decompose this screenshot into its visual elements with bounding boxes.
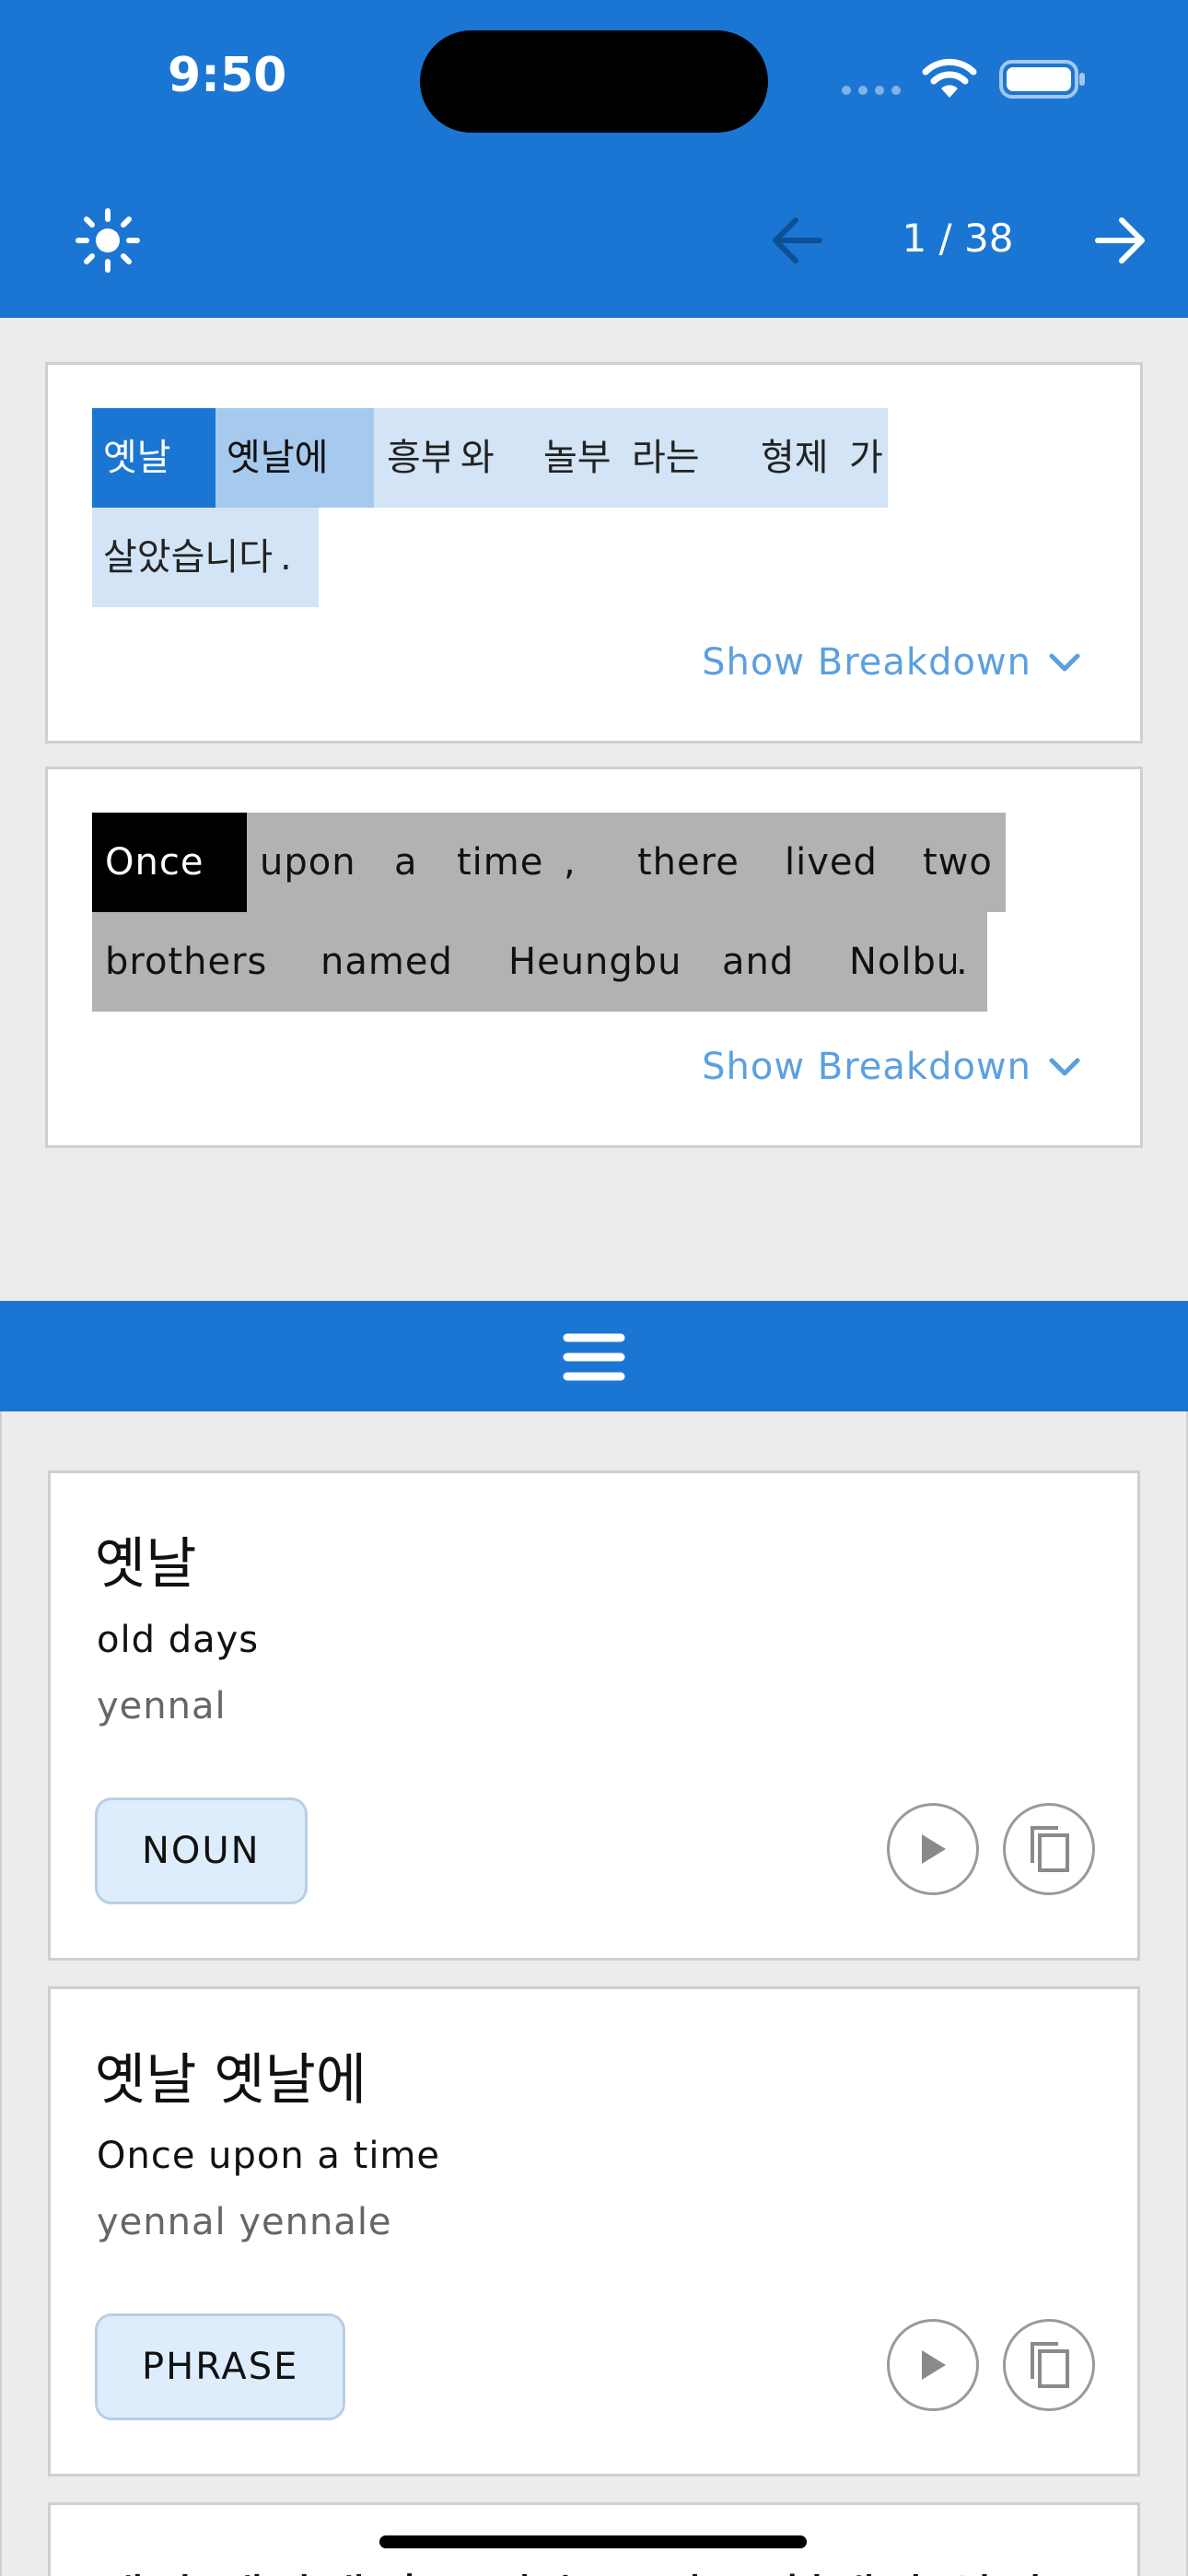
token-english-8[interactable]: two: [908, 813, 1006, 912]
word-meaning: Once upon a time: [97, 2135, 441, 2177]
token-english-7[interactable]: lived: [764, 813, 908, 912]
english-token-list: Once upon a time , there lived two broth…: [92, 813, 1105, 1012]
menu-icon[interactable]: [562, 1332, 626, 1382]
token-korean-8[interactable]: 가: [838, 408, 888, 508]
wifi-icon: [922, 58, 977, 98]
play-audio-button[interactable]: [887, 1803, 979, 1895]
token-korean-3[interactable]: 흥부: [374, 408, 455, 508]
arrow-right-icon[interactable]: [1092, 214, 1149, 267]
word-term: 옛날: [95, 1532, 197, 1597]
copy-icon: [1031, 2342, 1069, 2388]
token-korean-4[interactable]: 와: [449, 408, 532, 508]
korean-sentence-card: 옛날 옛날에 흥부 와 놀부 라는 형제 가 살았습니다 . Show Brea…: [45, 362, 1143, 744]
english-sentence-card: Once upon a time , there lived two broth…: [45, 767, 1143, 1148]
token-english-4[interactable]: time: [444, 813, 562, 912]
token-korean-10[interactable]: .: [280, 508, 319, 607]
token-english-3[interactable]: a: [374, 813, 444, 912]
word-term: 옛날 옛날에: [95, 2048, 367, 2113]
sun-icon[interactable]: [76, 208, 140, 273]
part-of-speech-badge: PHRASE: [95, 2313, 346, 2420]
status-time: 9:50: [168, 48, 287, 103]
token-english-11[interactable]: Heungbu: [484, 912, 705, 1012]
copy-button[interactable]: [1003, 1803, 1095, 1895]
token-korean-7[interactable]: 형제: [750, 408, 838, 508]
copy-button[interactable]: [1003, 2319, 1095, 2411]
chevron-down-icon: [1049, 1058, 1080, 1076]
word-card: 옛날 옛날에 Once upon a time yennal yennale P…: [48, 1986, 1140, 2476]
play-icon: [922, 2350, 946, 2380]
token-korean-1[interactable]: 옛날: [92, 408, 215, 508]
chevron-down-icon: [1049, 653, 1080, 672]
arrow-left-icon[interactable]: [768, 214, 825, 267]
play-icon: [922, 1834, 946, 1864]
play-audio-button[interactable]: [887, 2319, 979, 2411]
copy-icon: [1031, 1826, 1069, 1872]
show-breakdown-button[interactable]: Show Breakdown: [702, 1046, 1081, 1088]
show-breakdown-button[interactable]: Show Breakdown: [702, 641, 1081, 684]
panel-divider-bar[interactable]: [0, 1301, 1188, 1411]
token-english-13[interactable]: Nolbu: [831, 912, 960, 1012]
word-term: 옛날 옛날에 흥부와 놀부라는 형제가 살았: [95, 2557, 1047, 2576]
part-of-speech-badge: NOUN: [95, 1797, 308, 1904]
cellular-signal-icon: [842, 86, 901, 95]
word-romanization: yennal yennale: [97, 2201, 392, 2243]
token-english-9[interactable]: brothers: [92, 912, 302, 1012]
token-english-14[interactable]: .: [956, 912, 987, 1012]
token-english-6[interactable]: there: [610, 813, 764, 912]
top-app-bar: 9:50 1 / 38: [0, 0, 1188, 318]
home-indicator[interactable]: [379, 2535, 807, 2548]
word-meaning: old days: [97, 1619, 260, 1661]
token-english-2[interactable]: upon: [247, 813, 374, 912]
token-korean-5[interactable]: 놀부: [532, 408, 621, 508]
token-korean-6[interactable]: 라는: [621, 408, 750, 508]
word-romanization: yennal: [97, 1685, 227, 1727]
battery-icon: [999, 60, 1085, 99]
token-english-1[interactable]: Once: [92, 813, 247, 912]
token-english-10[interactable]: named: [302, 912, 484, 1012]
token-korean-9[interactable]: 살았습니다: [92, 508, 280, 607]
token-korean-2[interactable]: 옛날에: [215, 408, 374, 508]
show-breakdown-label: Show Breakdown: [702, 641, 1031, 684]
show-breakdown-label: Show Breakdown: [702, 1046, 1031, 1088]
token-english-12[interactable]: and: [705, 912, 831, 1012]
word-card: 옛날 old days yennal NOUN: [48, 1470, 1140, 1961]
korean-token-list: 옛날 옛날에 흥부 와 놀부 라는 형제 가 살았습니다 .: [92, 408, 1105, 607]
page-counter: 1 / 38: [902, 216, 1014, 261]
token-english-5[interactable]: ,: [562, 813, 610, 912]
dynamic-island: [420, 30, 768, 133]
